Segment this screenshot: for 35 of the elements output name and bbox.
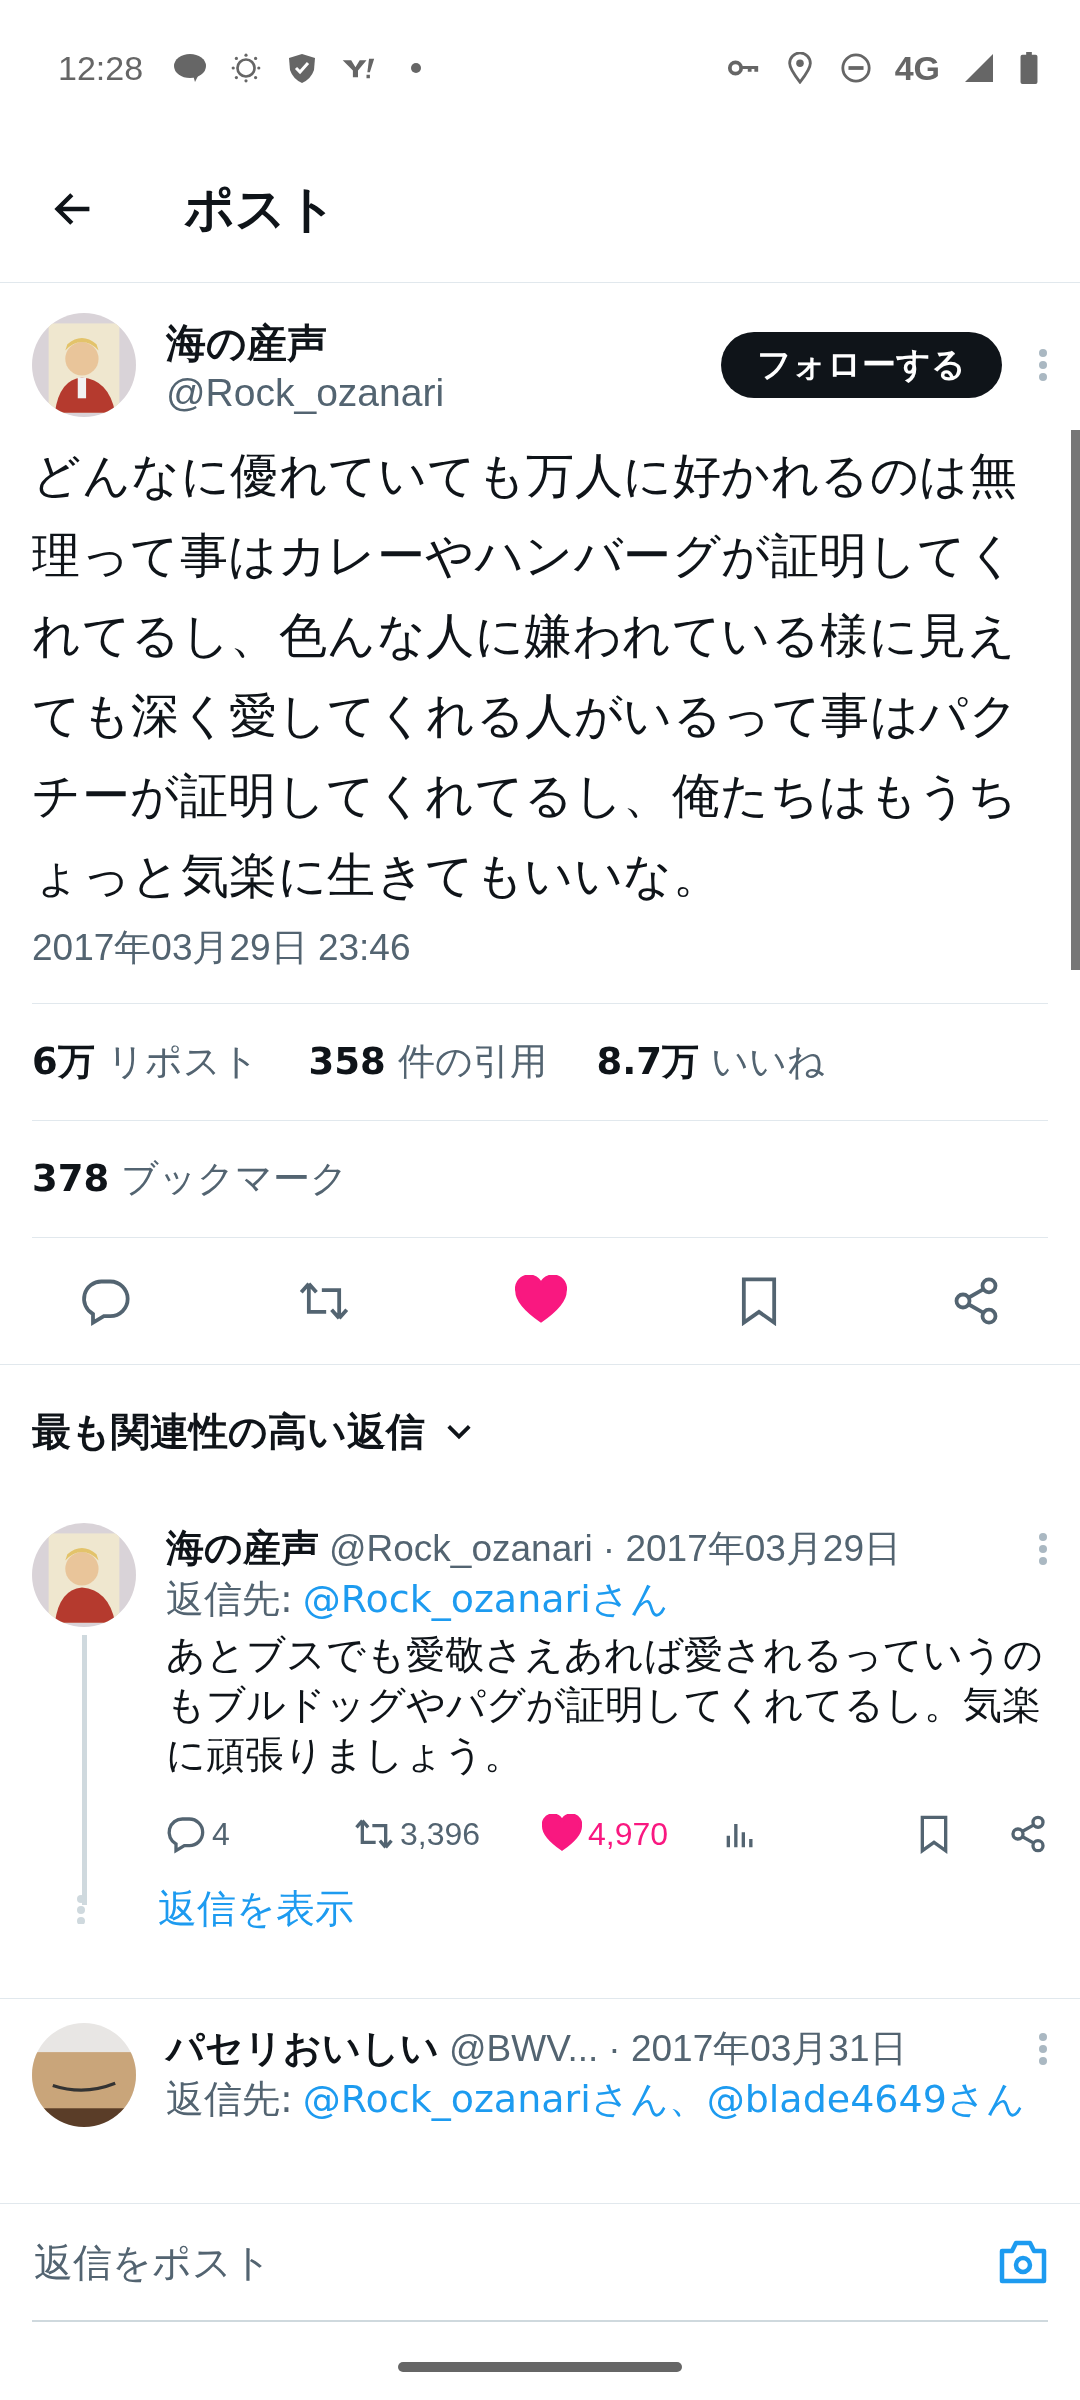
heart-icon[interactable] — [542, 1814, 582, 1854]
follow-button[interactable]: フォローする — [721, 332, 1002, 398]
reply-author-handle: @BWV... — [449, 2027, 599, 2070]
thread-dots-icon — [76, 1894, 86, 1924]
reply-author-name: パセリおいしい — [166, 2025, 439, 2072]
reply-author-name: 海の産声 — [166, 1525, 319, 1572]
author-handle: @Rock_ozanari — [166, 370, 446, 415]
reply-date: · 2017年03月29日 — [602, 1526, 902, 1571]
page-title: ポスト — [184, 178, 337, 240]
reply-to-label: 返信先: — [166, 1577, 293, 1621]
reply-date: · 2017年03月31日 — [608, 2026, 907, 2071]
sort-label[interactable]: 最も関連性の高い返信 — [32, 1405, 425, 1459]
reply-count: 4 — [212, 1815, 230, 1853]
battery-icon — [1018, 52, 1040, 84]
stat-link[interactable]: 8.7万 いいね — [596, 1037, 825, 1087]
post-timestamp: 2017年03月29日 23:46 — [32, 923, 1048, 1004]
do-not-disturb-icon — [838, 52, 873, 84]
notification-dot-icon — [411, 63, 422, 73]
chat-bubble-icon — [173, 52, 208, 84]
stat-link[interactable]: 358 件の引用 — [308, 1037, 547, 1087]
reply-icon[interactable] — [166, 1814, 206, 1854]
reply-text: あとブスでも愛敬さえあれば愛されるっていうのもブルドッグやパグが証明してくれてるし。気楽に頑張りましょう。 — [166, 1631, 1044, 1779]
reply-to-label: 返信先: — [166, 2077, 293, 2121]
network-type: 4G — [894, 48, 940, 88]
like-count: 4,970 — [588, 1815, 669, 1853]
stat-link[interactable]: 6万 リポスト — [32, 1037, 259, 1087]
stat-link[interactable]: 378 ブックマーク — [32, 1154, 348, 1204]
status-time: 12:28 — [58, 48, 144, 88]
post-text: どんなに優れていても万人に好かれるのは無理って事はカレーやハンバーグが証明してくれてるし、色んな人に嫌われている様に見えても深く愛してくれる人がいるって事はパクチーが証明してくれてるし、俺たちはもうちょっと気楽に生きてもいいな。 — [32, 446, 1019, 905]
camera-icon[interactable] — [998, 2239, 1048, 2285]
author-name: 海の産声 — [166, 318, 328, 368]
reply-input-field[interactable]: 返信をポスト — [32, 2238, 998, 2286]
share-icon[interactable] — [1008, 1814, 1048, 1854]
repost-count: 3,396 — [400, 1815, 481, 1853]
reply-author-handle: @Rock_ozanari — [329, 1527, 593, 1570]
